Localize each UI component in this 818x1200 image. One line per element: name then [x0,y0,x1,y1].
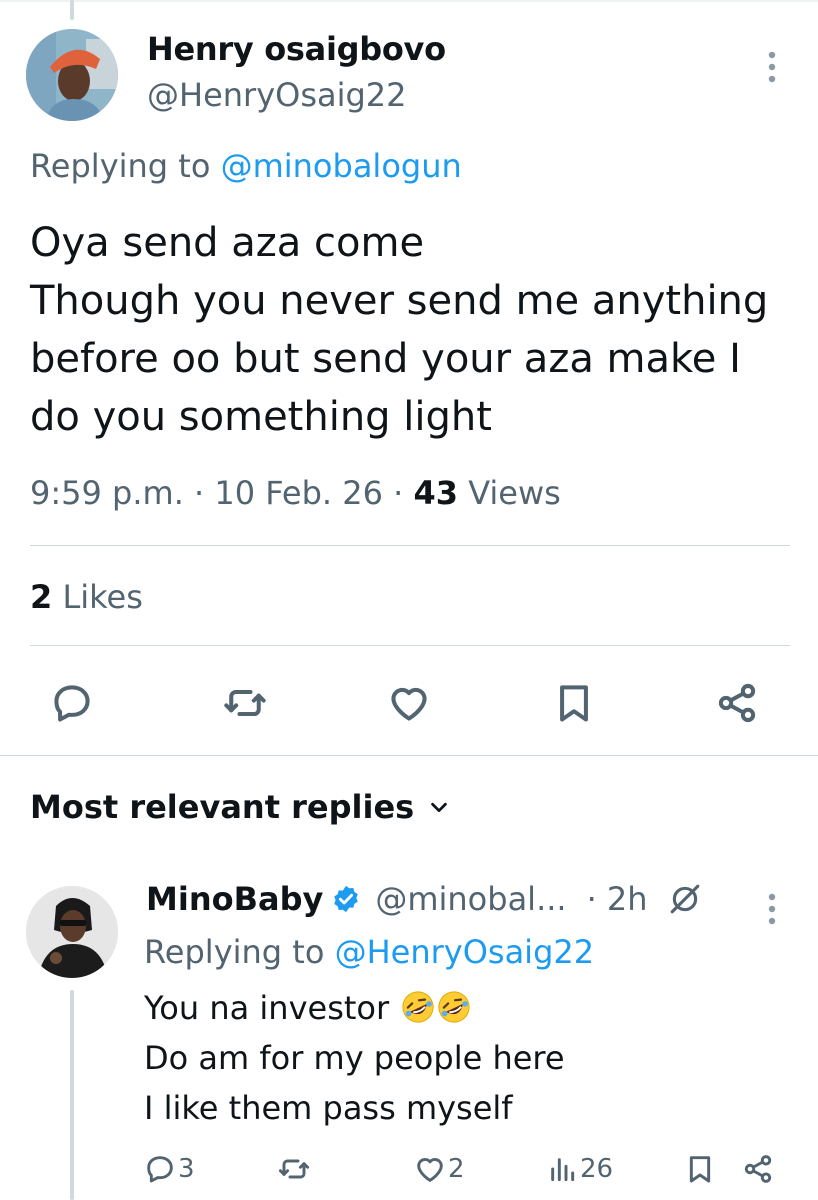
author-handle[interactable]: @HenryOsaig22 [147,76,407,114]
author-name[interactable]: Henry osaigbovo [147,30,446,68]
thread-connector [70,990,74,1200]
reply-count: 3 [178,1154,195,1184]
tweet-time[interactable]: 9:59 p.m. [30,474,184,512]
reply-share-button[interactable] [742,1153,774,1185]
views-label: Views [458,474,561,512]
reply-view-count: 26 [580,1154,614,1184]
reply-header: MinoBaby @minobal... · 2h [146,880,702,918]
replies-sort-label: Most relevant replies [30,788,415,826]
reply-retweet-button[interactable] [278,1153,310,1185]
replying-prefix: Replying to [144,933,335,971]
share-icon[interactable] [714,680,760,726]
reply-text: You na investor Do am for my people here… [144,983,565,1133]
meta-separator: · [382,474,414,512]
meta-separator: · [183,474,215,512]
chevron-down-icon [431,802,448,813]
divider [30,645,790,646]
replying-prefix: Replying to [30,147,221,185]
divider [30,545,790,546]
thread-connector-top [70,0,74,20]
reply-like-count: 2 [448,1154,465,1184]
reply-time[interactable]: · 2h [587,880,648,918]
likes-count: 2 [30,578,53,616]
reply-like-button[interactable]: 2 [414,1153,465,1185]
section-divider [0,755,818,756]
bookmark-icon[interactable] [551,680,597,726]
reply-text-line: Do am for my people here [144,1039,565,1077]
top-divider [0,0,818,2]
heart-icon[interactable] [386,680,432,726]
heart-icon [417,1158,443,1182]
tweet-text-line: Though you never send me anything [30,278,769,324]
reply-icon[interactable] [49,680,95,726]
tweet-text-line: before oo but send your aza make I [30,336,741,382]
tweet-meta: 9:59 p.m. · 10 Feb. 26 · 43 Views [30,474,561,512]
author-avatar[interactable] [26,29,118,121]
tweet-date[interactable]: 10 Feb. 26 [214,474,383,512]
reply-bookmark-button[interactable] [684,1153,716,1185]
rolling-on-floor-laughing-emoji [402,991,434,1023]
retweet-icon [278,1159,310,1179]
reply-text-line: I like them pass myself [144,1089,513,1127]
replying-to-link[interactable]: @minobalogun [221,147,462,185]
rolling-on-floor-laughing-emoji [438,991,470,1023]
reply-replying-to-line: Replying to @HenryOsaig22 [144,933,594,971]
replies-sort-toggle[interactable]: Most relevant replies [30,788,450,826]
reply-text-line: You na investor [144,983,565,1033]
reply-text-line-content: You na investor [144,989,400,1027]
likes-label: Likes [52,578,143,616]
reply-views-button[interactable]: 26 [546,1153,613,1185]
grok-icon[interactable] [668,882,702,916]
replying-to-line: Replying to @minobalogun [30,147,462,185]
more-vertical-icon[interactable] [762,50,782,88]
likes-stat[interactable]: 2 Likes [30,578,143,616]
tweet-text-line: do you something light [30,394,492,440]
reply-author-handle[interactable]: @minobal... [375,880,566,918]
retweet-icon[interactable] [222,680,268,726]
views-bar-chart-icon [551,1158,575,1182]
reply-reply-button[interactable]: 3 [144,1153,195,1185]
share-icon [744,1155,772,1183]
tweet-text: Oya send aza come Though you never send … [30,214,800,446]
tweet-text-line: Oya send aza come [30,220,425,266]
more-vertical-icon[interactable] [762,892,782,930]
verified-badge-icon [334,885,359,913]
replying-to-link[interactable]: @HenryOsaig22 [335,933,595,971]
reply-author-avatar[interactable] [26,886,118,978]
views-count: 43 [413,474,459,512]
reply-author-name[interactable]: MinoBaby [146,880,323,918]
bookmark-icon [689,1156,711,1183]
reply-icon [147,1156,173,1183]
